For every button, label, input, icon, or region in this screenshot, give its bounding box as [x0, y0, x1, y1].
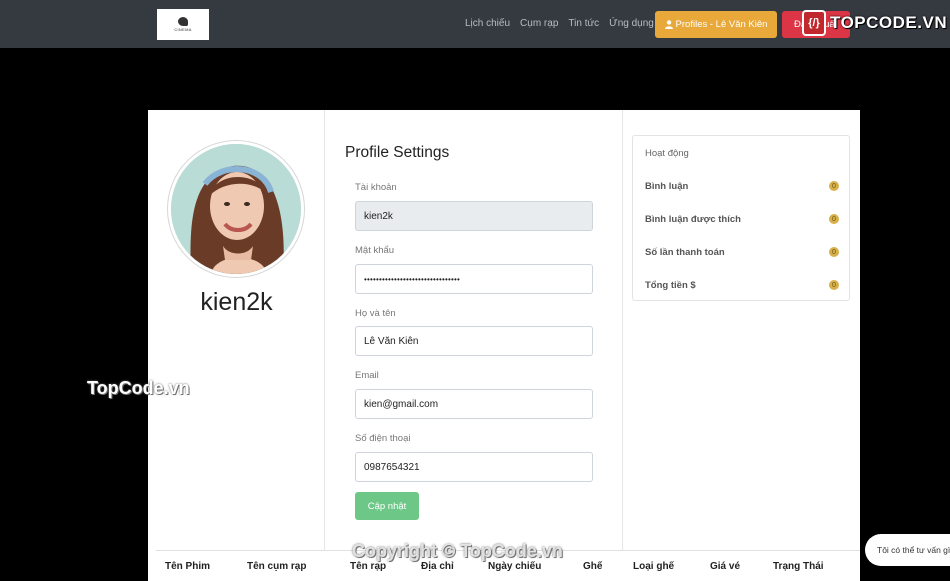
stat-label: Tổng tiền $ [645, 279, 696, 291]
stat-row-payments: Số lần thanh toán 0 [645, 245, 839, 259]
col-seat-type: Loại ghế [633, 561, 675, 572]
email-label: Email [355, 370, 379, 381]
stat-label: Bình luận được thích [645, 213, 741, 225]
fullname-label: Họ và tên [355, 308, 396, 319]
stat-label: Số lần thanh toán [645, 246, 725, 258]
profile-username: kien2k [200, 288, 273, 316]
user-icon [664, 20, 673, 29]
stat-count-badge: 0 [829, 247, 839, 257]
nav-link-lich-chieu[interactable]: Lịch chiếu [465, 18, 510, 29]
form-title: Profile Settings [345, 144, 450, 161]
col-theater-name: Tên rạp [350, 561, 387, 572]
cinema-logo-icon [178, 17, 188, 26]
topcode-watermark-middle: TopCode.vn [87, 378, 190, 398]
col-status: Trạng Thái [773, 561, 824, 572]
code-brackets-icon: {/} [802, 10, 826, 36]
stat-count-badge: 0 [829, 214, 839, 224]
account-field[interactable]: kien2k [355, 201, 593, 231]
profile-button-label: Profiles - Lê Văn Kiên [675, 19, 768, 30]
fullname-field[interactable]: Lê Văn Kiên [355, 326, 593, 356]
chat-widget-text: Tôi có thể tư vấn gì [877, 545, 950, 555]
profile-button[interactable]: Profiles - Lê Văn Kiên [655, 11, 777, 38]
activity-panel: Hoạt động Bình luận 0 Bình luận được thí… [632, 135, 850, 301]
topcode-watermark-header: {/} TOPCODE.VN [802, 10, 947, 36]
stat-count-badge: 0 [829, 181, 839, 191]
profile-card: kien2k Profile Settings Tài khoản kien2k… [148, 110, 860, 581]
col-show-date: Ngày chiếu [488, 561, 542, 572]
phone-field[interactable]: 0987654321 [355, 452, 593, 482]
nav-link-cum-rap[interactable]: Cụm rạp [520, 18, 558, 29]
col-ticket-price: Giá vé [710, 561, 741, 572]
avatar [168, 141, 304, 277]
col-seat: Ghế [583, 561, 603, 572]
password-label: Mật khẩu [355, 245, 395, 256]
nav-link-tin-tuc[interactable]: Tin tức [568, 18, 599, 29]
activity-title: Hoạt động [645, 148, 689, 159]
stat-count-badge: 0 [829, 280, 839, 290]
logo-text: CINEMA [174, 27, 192, 32]
watermark-header-text: TOPCODE.VN [830, 13, 948, 32]
update-button[interactable]: Cập nhật [355, 492, 419, 520]
phone-label: Số điện thoại [355, 433, 411, 444]
account-label: Tài khoản [355, 182, 397, 193]
col-movie-name: Tên Phim [165, 561, 211, 572]
col-address: Địa chỉ [421, 561, 454, 572]
email-field[interactable]: kien@gmail.com [355, 389, 593, 419]
col-cinema-cluster: Tên cụm rạp [247, 561, 307, 572]
password-field[interactable]: •••••••••••••••••••••••••••••••• [355, 264, 593, 294]
profile-summary-column: kien2k [148, 110, 325, 550]
stat-row-total-spent: Tổng tiền $ 0 [645, 278, 839, 292]
stat-row-liked-comments: Bình luận được thích 0 [645, 212, 839, 226]
stat-label: Bình luận [645, 180, 689, 192]
nav-link-ung-dung[interactable]: Ứng dụng [609, 18, 654, 29]
nav-links: Lịch chiếu Cụm rạp Tin tức Ứng dụng [465, 18, 654, 29]
chat-widget[interactable]: Tôi có thể tư vấn gì [865, 534, 950, 566]
site-logo[interactable]: CINEMA [157, 9, 209, 40]
stat-row-comments: Bình luận 0 [645, 179, 839, 193]
topcode-watermark-footer: Copyright © TopCode.vn [352, 541, 563, 561]
